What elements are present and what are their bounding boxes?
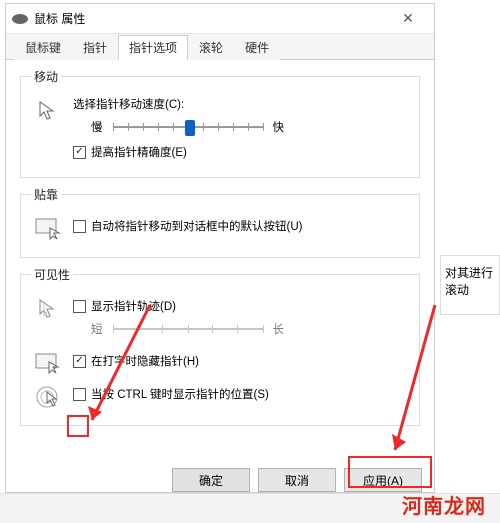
pointer-speed-label: 选择指针移动速度(C): [73, 96, 409, 112]
hide-typing-checkbox[interactable]: ✓ [73, 355, 86, 368]
tab-content: 移动 选择指针移动速度(C): 慢 [6, 60, 434, 460]
ok-button[interactable]: 确定 [172, 468, 250, 492]
snap-icon [31, 214, 65, 244]
background-window-fragment: 对其进行滚动 [440, 255, 500, 315]
snap-label: 自动将指针移动到对话框中的默认按钮(U) [91, 218, 302, 234]
tab-buttons[interactable]: 鼠标键 [14, 35, 72, 60]
visibility-legend: 可见性 [31, 266, 73, 283]
snap-legend: 贴靠 [31, 186, 61, 203]
watermark-text: 河南龙网 [402, 490, 486, 519]
visibility-group: 可见性 显示指针轨迹(D) 短 [20, 266, 420, 426]
pointer-speed-slider[interactable] [113, 116, 263, 138]
cancel-button[interactable]: 取消 [258, 468, 336, 492]
cursor-speed-icon [31, 96, 65, 126]
close-button[interactable]: ✕ [388, 10, 428, 27]
fast-label: 快 [273, 119, 285, 135]
motion-group: 移动 选择指针移动速度(C): 慢 [20, 68, 420, 178]
snap-checkbox[interactable] [73, 220, 86, 233]
trail-long-label: 长 [273, 321, 285, 337]
trail-label: 显示指针轨迹(D) [91, 298, 176, 314]
tab-pointers[interactable]: 指针 [72, 35, 118, 60]
mouse-properties-dialog: 鼠标 属性 ✕ 鼠标键 指针 指针选项 滚轮 硬件 移动 选择指针移动速度(C)… [5, 3, 435, 493]
ctrl-locate-icon [31, 382, 65, 412]
window-title: 鼠标 属性 [34, 10, 388, 27]
trail-length-slider [113, 318, 263, 340]
hide-typing-label: 在打字时隐藏指针(H) [91, 353, 199, 369]
apply-button[interactable]: 应用(A) [344, 468, 422, 492]
slow-label: 慢 [91, 119, 103, 135]
snap-group: 贴靠 自动将指针移动到对话框中的默认按钮(U) [20, 186, 420, 258]
trail-icon [31, 294, 65, 324]
precision-checkbox[interactable]: ✓ [73, 146, 86, 159]
mouse-icon [12, 14, 28, 24]
tab-wheel[interactable]: 滚轮 [188, 35, 234, 60]
precision-label: 提高指针精确度(E) [91, 144, 187, 160]
ctrl-locate-label: 当按 CTRL 键时显示指针的位置(S) [91, 386, 269, 402]
background-text: 对其进行滚动 [445, 266, 493, 297]
tab-hardware[interactable]: 硬件 [234, 35, 280, 60]
tab-bar: 鼠标键 指针 指针选项 滚轮 硬件 [6, 34, 434, 60]
hide-typing-icon [31, 349, 65, 379]
trail-checkbox[interactable] [73, 300, 86, 313]
motion-legend: 移动 [31, 68, 61, 85]
titlebar: 鼠标 属性 ✕ [6, 4, 434, 34]
trail-short-label: 短 [91, 321, 103, 337]
tab-pointer-options[interactable]: 指针选项 [118, 35, 188, 60]
ctrl-locate-checkbox[interactable] [73, 388, 86, 401]
dialog-buttons: 确定 取消 应用(A) [6, 460, 434, 502]
